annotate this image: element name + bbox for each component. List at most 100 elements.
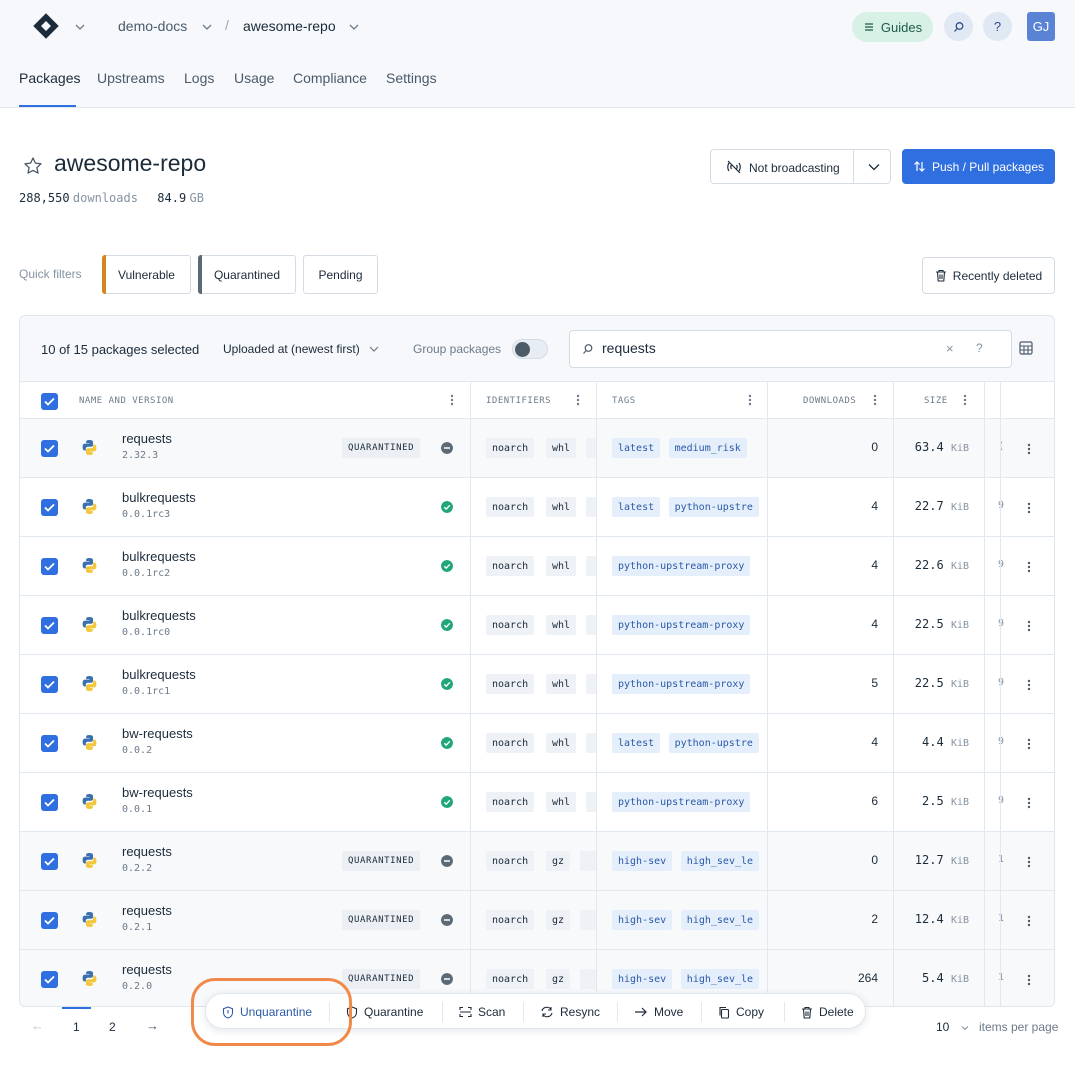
tag-chip[interactable]: latest: [612, 733, 661, 753]
tab-settings[interactable]: Settings: [386, 70, 437, 86]
tag-chip[interactable]: python-upstream-proxy: [612, 556, 751, 576]
tag-chip[interactable]: high-sev: [612, 910, 673, 930]
tag-chip[interactable]: python-upstre: [668, 733, 759, 753]
column-settings-icon[interactable]: [1019, 341, 1033, 355]
row-menu-icon[interactable]: [1027, 974, 1031, 986]
row-checkbox[interactable]: [41, 617, 58, 634]
table-row[interactable]: requests 0.2.2 QUARANTINED noarch gz high-sev…: [20, 832, 1054, 891]
tag-chip[interactable]: high-sev: [612, 851, 673, 871]
tab-packages[interactable]: Packages: [19, 70, 80, 86]
row-checkbox[interactable]: [41, 971, 58, 988]
package-name[interactable]: bulkrequests: [122, 667, 196, 682]
scan-button[interactable]: Scan: [459, 1005, 505, 1019]
next-page-button[interactable]: →: [146, 1018, 159, 1033]
row-menu-icon[interactable]: [1027, 856, 1031, 868]
row-checkbox[interactable]: [41, 794, 58, 811]
tag-chip[interactable]: python-upstream-proxy: [612, 615, 751, 635]
logo-icon[interactable]: [33, 13, 59, 39]
quarantine-button[interactable]: Quarantine: [346, 1005, 423, 1019]
help-button[interactable]: ?: [983, 12, 1012, 41]
tab-logs[interactable]: Logs: [184, 70, 214, 86]
tab-compliance[interactable]: Compliance: [293, 70, 367, 86]
tag-chip[interactable]: latest: [612, 438, 661, 458]
row-checkbox[interactable]: [41, 735, 58, 752]
search-input[interactable]: [602, 340, 932, 356]
package-name[interactable]: bw-requests: [122, 785, 193, 800]
star-icon[interactable]: [23, 156, 43, 176]
package-name[interactable]: requests: [122, 903, 172, 918]
tag-chip[interactable]: python-upstream-proxy: [612, 792, 751, 812]
row-menu-icon[interactable]: [1027, 915, 1031, 927]
breadcrumb-org[interactable]: demo-docs: [118, 18, 187, 34]
row-checkbox[interactable]: [41, 853, 58, 870]
row-menu-icon[interactable]: [1027, 443, 1031, 455]
chevron-down-icon[interactable]: [75, 22, 85, 32]
row-checkbox[interactable]: [41, 499, 58, 516]
guides-button[interactable]: Guides: [852, 12, 933, 42]
column-menu-icon[interactable]: [450, 394, 454, 406]
chevron-down-icon[interactable]: [349, 22, 359, 32]
tag-chip[interactable]: high-sev: [612, 969, 673, 989]
column-menu-icon[interactable]: [576, 394, 580, 406]
row-checkbox[interactable]: [41, 912, 58, 929]
column-menu-icon[interactable]: [873, 394, 877, 406]
table-row[interactable]: requests 2.32.3 QUARANTINED noarch whl latest…: [20, 419, 1054, 478]
package-name[interactable]: bulkrequests: [122, 549, 196, 564]
search-help-icon[interactable]: ?: [976, 341, 983, 355]
table-row[interactable]: requests 0.2.1 QUARANTINED noarch gz high-sev…: [20, 891, 1054, 950]
package-name[interactable]: requests: [122, 431, 172, 446]
package-name[interactable]: bulkrequests: [122, 608, 196, 623]
recently-deleted-button[interactable]: Recently deleted: [922, 257, 1055, 294]
search-button[interactable]: [944, 12, 973, 41]
tag-chip[interactable]: latest: [612, 497, 661, 517]
tag-chip[interactable]: high_sev_le: [680, 851, 759, 871]
table-row[interactable]: bw-requests 0.0.2 noarch whl latest python-up…: [20, 714, 1054, 773]
row-menu-icon[interactable]: [1027, 738, 1031, 750]
package-name[interactable]: bw-requests: [122, 726, 193, 741]
row-checkbox[interactable]: [41, 558, 58, 575]
tag-chip[interactable]: high_sev_le: [680, 969, 759, 989]
row-menu-icon[interactable]: [1027, 620, 1031, 632]
page-1-button[interactable]: 1: [73, 1020, 80, 1034]
row-menu-icon[interactable]: [1027, 502, 1031, 514]
table-row[interactable]: bulkrequests 0.0.1rc1 noarch whl python-upst…: [20, 655, 1054, 714]
clear-search-icon[interactable]: ×: [946, 341, 954, 356]
tab-usage[interactable]: Usage: [234, 70, 274, 86]
package-name[interactable]: requests: [122, 962, 172, 977]
column-menu-icon[interactable]: [963, 394, 967, 406]
avatar[interactable]: GJ: [1027, 12, 1055, 41]
move-button[interactable]: Move: [634, 1005, 683, 1019]
delete-button[interactable]: Delete: [801, 1005, 854, 1019]
broadcast-dropdown[interactable]: Not broadcasting: [710, 149, 891, 184]
row-menu-icon[interactable]: [1027, 679, 1031, 691]
page-2-button[interactable]: 2: [109, 1020, 116, 1034]
table-row[interactable]: bw-requests 0.0.1 noarch whl python-upstream…: [20, 773, 1054, 832]
quick-filter-vulnerable[interactable]: Vulnerable: [102, 255, 191, 294]
row-menu-icon[interactable]: [1027, 561, 1031, 573]
package-name[interactable]: requests: [122, 844, 172, 859]
row-checkbox[interactable]: [41, 440, 58, 457]
quick-filter-quarantined[interactable]: Quarantined: [198, 255, 296, 294]
table-row[interactable]: bulkrequests 0.0.1rc2 noarch whl python-upst…: [20, 537, 1054, 596]
chevron-down-icon[interactable]: [202, 22, 212, 32]
chevron-down-icon[interactable]: [868, 162, 880, 172]
tag-chip[interactable]: medium_risk: [668, 438, 747, 458]
unquarantine-button[interactable]: Unquarantine: [222, 1005, 312, 1019]
resync-button[interactable]: Resync: [540, 1005, 600, 1019]
tag-chip[interactable]: high_sev_le: [680, 910, 759, 930]
tag-chip[interactable]: python-upstre: [668, 497, 759, 517]
sort-dropdown[interactable]: Uploaded at (newest first): [223, 342, 379, 356]
tab-upstreams[interactable]: Upstreams: [97, 70, 165, 86]
copy-button[interactable]: Copy: [718, 1005, 764, 1019]
select-all-checkbox[interactable]: [41, 393, 58, 410]
table-row[interactable]: bulkrequests 0.0.1rc3 noarch whl latest pytho…: [20, 478, 1054, 537]
row-menu-icon[interactable]: [1027, 797, 1031, 809]
package-name[interactable]: bulkrequests: [122, 490, 196, 505]
column-menu-icon[interactable]: [748, 394, 752, 406]
prev-page-button[interactable]: ←: [31, 1018, 44, 1033]
items-per-page-select[interactable]: 10: [936, 1020, 969, 1034]
row-checkbox[interactable]: [41, 676, 58, 693]
breadcrumb-repo[interactable]: awesome-repo: [243, 18, 336, 34]
table-row[interactable]: bulkrequests 0.0.1rc0 noarch whl python-upst…: [20, 596, 1054, 655]
group-packages-toggle[interactable]: [512, 339, 548, 359]
